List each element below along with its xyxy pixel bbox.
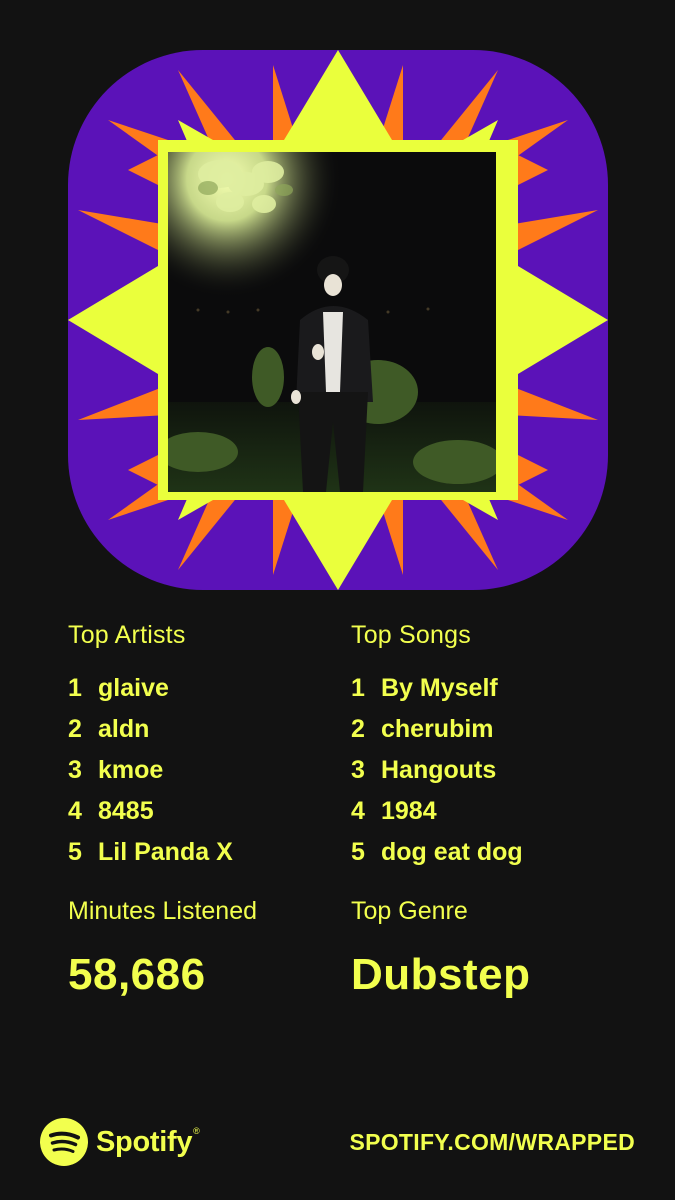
rank-number: 4 (351, 797, 365, 825)
rank-number: 2 (351, 715, 365, 743)
rank-number: 2 (68, 715, 82, 743)
song-name: Hangouts (381, 756, 497, 784)
top-genre-heading: Top Genre (351, 897, 468, 925)
top-songs-column: Top Songs 1 By Myself 2 cherubim 3 Hangouts… (351, 618, 631, 999)
top-artist-photo (168, 152, 496, 492)
artist-name: kmoe (98, 756, 164, 784)
song-item[interactable]: 5 dog eat dog (351, 832, 631, 873)
song-item[interactable]: 1 By Myself (351, 668, 631, 709)
spotify-wordmark: Spotify (96, 1125, 193, 1158)
rank-number: 3 (351, 756, 365, 784)
top-artists-list: 1 glaive 2 aldn 3 kmoe 4 8485 5 Lil Panda X (68, 668, 348, 873)
rank-number: 5 (351, 838, 365, 866)
minutes-listened-value: 58,686 (68, 950, 206, 999)
rank-number: 1 (351, 674, 365, 702)
song-name: cherubim (381, 715, 494, 743)
rank-number: 4 (68, 797, 82, 825)
wrapped-url-link[interactable]: SPOTIFY.COM/WRAPPED (349, 1116, 635, 1168)
artist-name: 8485 (98, 797, 154, 825)
artist-item[interactable]: 3 kmoe (68, 750, 348, 791)
artist-item[interactable]: 4 8485 (68, 791, 348, 832)
song-item[interactable]: 4 1984 (351, 791, 631, 832)
top-artists-heading: Top Artists (68, 621, 186, 649)
song-item[interactable]: 2 cherubim (351, 709, 631, 750)
wrapped-card: Top Artists 1 glaive 2 aldn 3 kmoe 4 8485 5L… (0, 0, 675, 1200)
artist-item[interactable]: 1 glaive (68, 668, 348, 709)
rank-number: 1 (68, 674, 82, 702)
spotify-logo[interactable]: Spotify ® (40, 1116, 200, 1168)
song-name: By Myself (381, 674, 498, 702)
song-name: 1984 (381, 797, 437, 825)
minutes-listened-heading: Minutes Listened (68, 897, 258, 925)
top-songs-list: 1 By Myself 2 cherubim 3 Hangouts 4 1984 5 do… (351, 668, 631, 873)
song-item[interactable]: 3 Hangouts (351, 750, 631, 791)
spotify-logo-icon (40, 1118, 88, 1166)
song-name: dog eat dog (381, 838, 523, 866)
artist-name: aldn (98, 715, 150, 743)
artist-item[interactable]: 5 Lil Panda X (68, 832, 348, 873)
artist-item[interactable]: 2 aldn (68, 709, 348, 750)
artist-name: Lil Panda X (98, 838, 233, 866)
trademark-symbol: ® (193, 1126, 200, 1136)
top-artists-column: Top Artists 1 glaive 2 aldn 3 kmoe 4 8485 5L… (68, 618, 348, 999)
artist-name: glaive (98, 674, 169, 702)
top-genre-value: Dubstep (351, 950, 531, 999)
rank-number: 3 (68, 756, 82, 784)
top-songs-heading: Top Songs (351, 621, 471, 649)
footer: Spotify ® SPOTIFY.COM/WRAPPED (40, 1116, 635, 1168)
rank-number: 5 (68, 838, 82, 866)
